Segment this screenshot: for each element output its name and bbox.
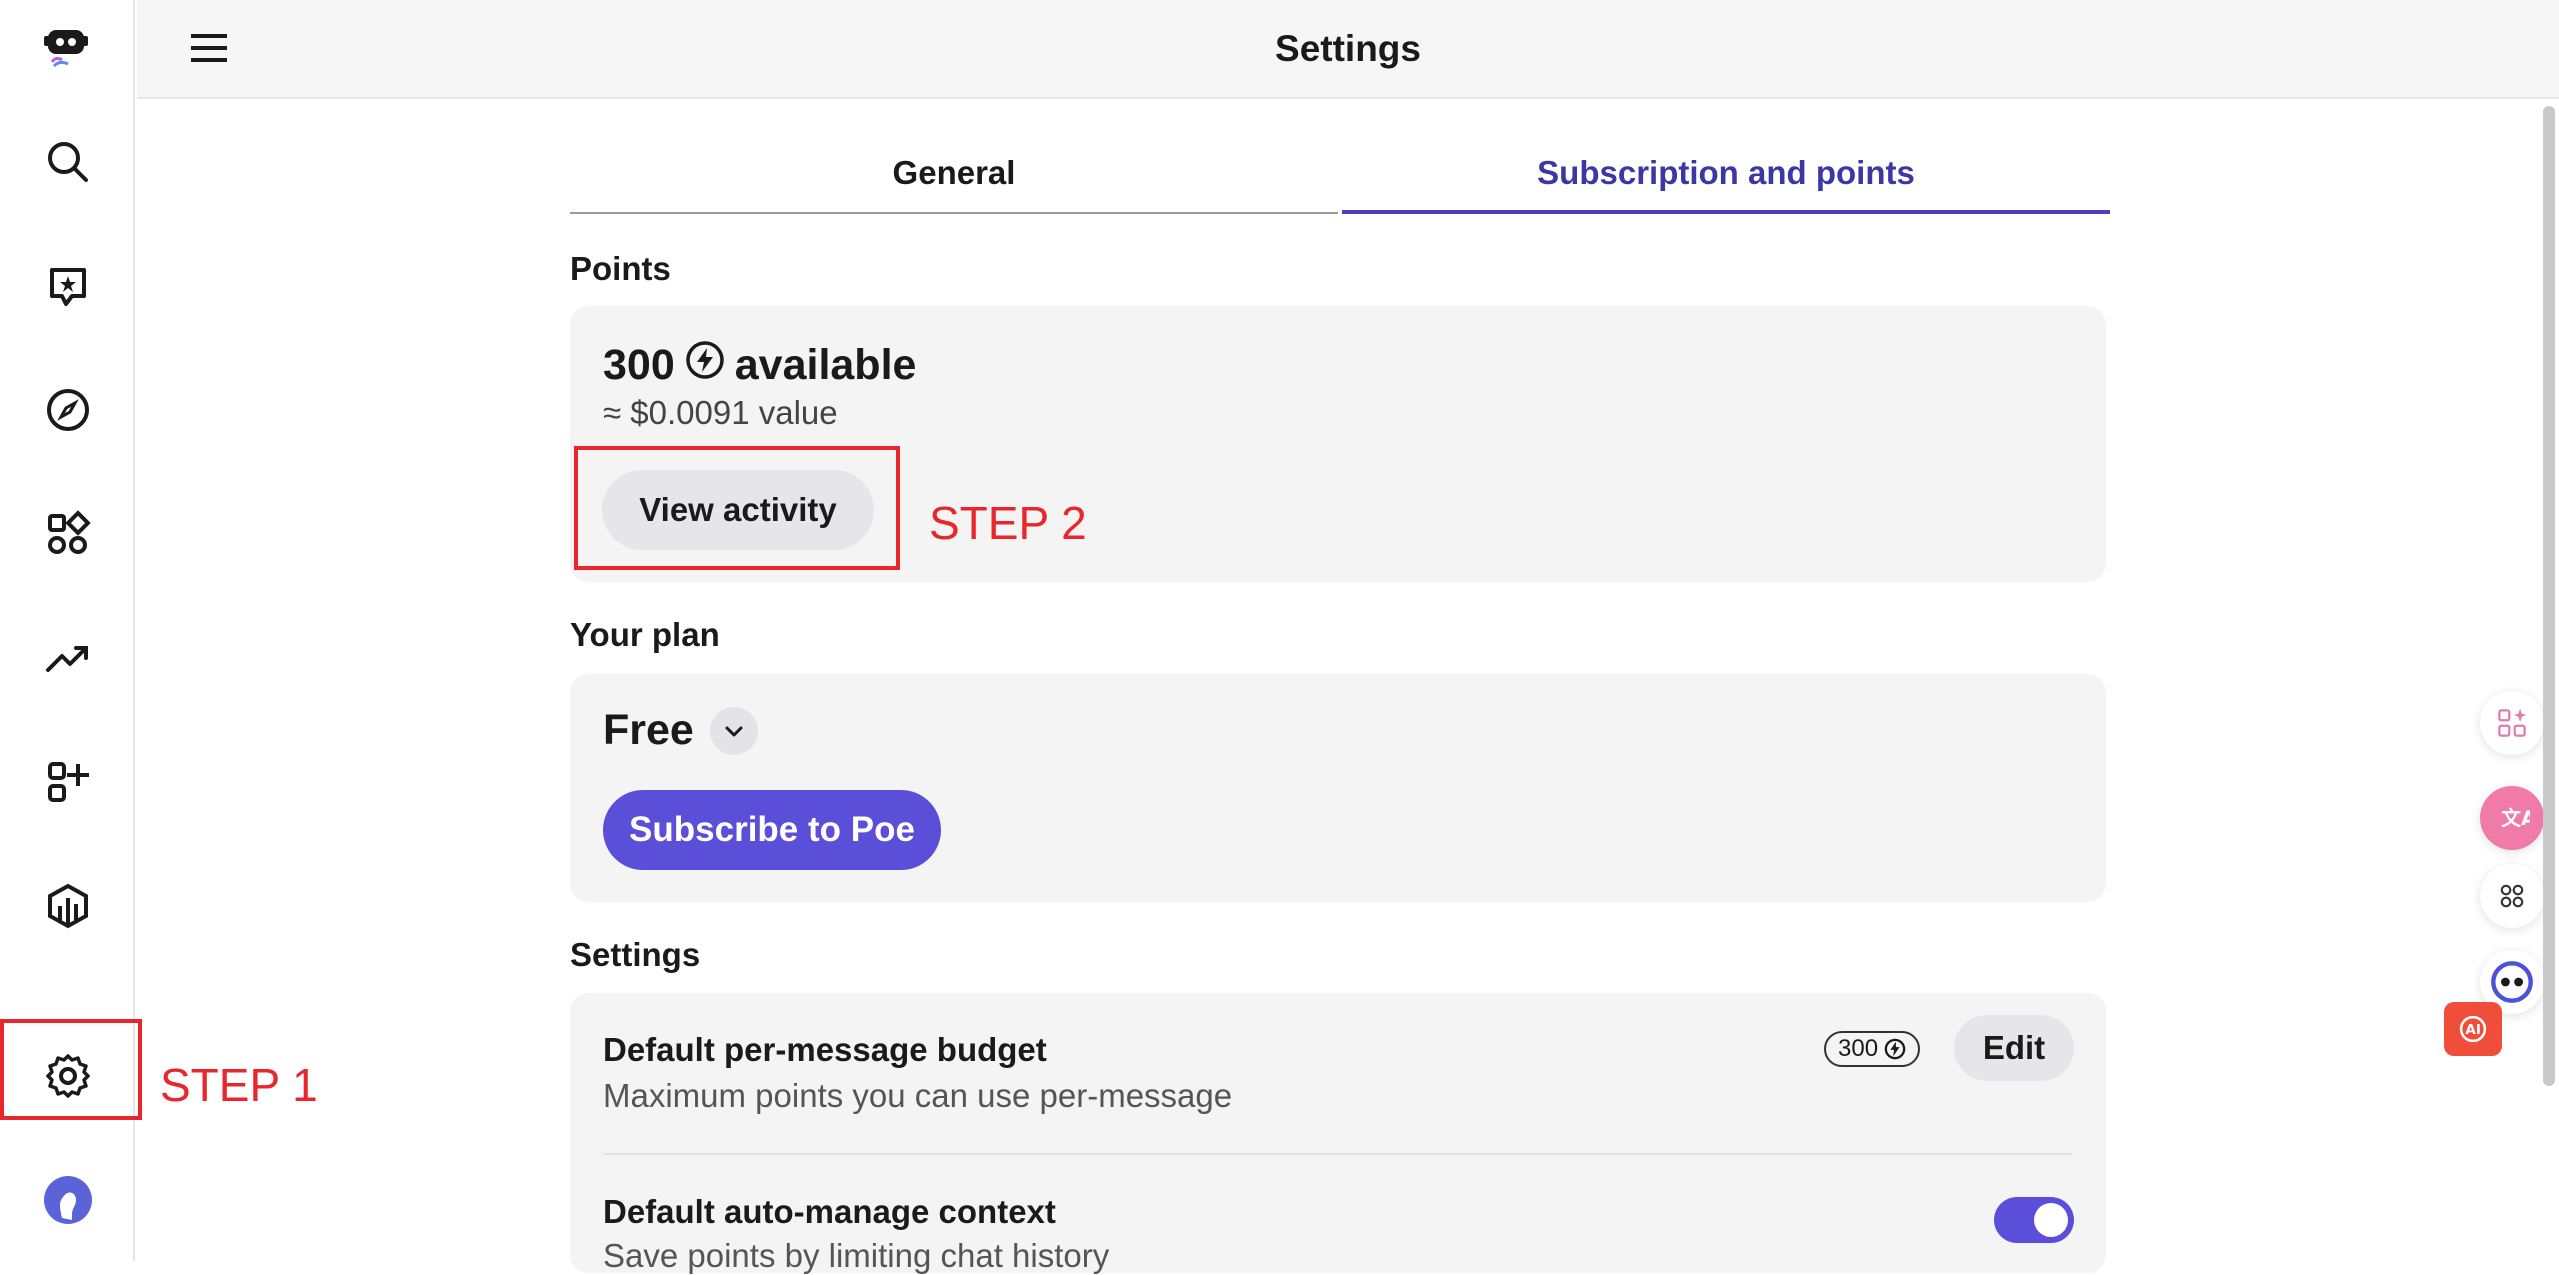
auto-context-description: Save points by limiting chat history (603, 1237, 1110, 1274)
poe-logo-icon[interactable] (40, 18, 96, 74)
ai-tools-icon[interactable] (2480, 691, 2544, 755)
step2-highlight-box (574, 446, 900, 570)
svg-text:文A: 文A (2501, 807, 2530, 830)
plan-name-text: Free (603, 706, 694, 754)
settings-card: Default per-message budget Maximum point… (570, 993, 2106, 1274)
settings-section-label: Settings (570, 936, 701, 973)
plan-section-label: Your plan (570, 616, 720, 653)
points-bolt-icon (685, 340, 725, 391)
budget-badge-value: 300 (1838, 1035, 1879, 1062)
edit-budget-button[interactable]: Edit (1954, 1015, 2074, 1081)
plan-name: Free (603, 706, 758, 755)
ai-badge-icon[interactable]: AI (2444, 1002, 2502, 1056)
step2-label: STEP 2 (929, 497, 1087, 549)
page-title: Settings (1275, 28, 1421, 69)
chat-star-icon[interactable] (40, 258, 96, 314)
translate-icon[interactable]: 文A (2480, 786, 2544, 850)
chevron-down-icon[interactable] (709, 706, 758, 755)
budget-description: Maximum points you can use per-message (603, 1077, 1233, 1114)
page-scrollbar[interactable] (2543, 106, 2555, 1086)
subscribe-button[interactable]: Subscribe to Poe (603, 790, 941, 870)
avatar[interactable] (40, 1172, 96, 1228)
auto-context-title: Default auto-manage context (603, 1193, 1056, 1230)
tab-general[interactable]: General (570, 150, 1338, 214)
command-icon[interactable] (2480, 864, 2544, 928)
auto-context-toggle[interactable] (1994, 1197, 2074, 1243)
toggle-knob (2034, 1203, 2068, 1237)
header: Settings (137, 0, 2559, 99)
budget-points-badge: 300 (1824, 1031, 1921, 1067)
trending-icon[interactable] (40, 630, 96, 686)
svg-text:AI: AI (2465, 1022, 2481, 1038)
step1-label: STEP 1 (160, 1059, 318, 1111)
points-amount: 300 (603, 341, 675, 389)
apps-icon[interactable] (40, 506, 96, 562)
settings-divider (603, 1153, 2073, 1155)
plan-card: Free Subscribe to Poe (570, 674, 2106, 902)
points-dollar-value: ≈ $0.0091 value (603, 394, 838, 431)
compass-icon[interactable] (40, 382, 96, 438)
create-bot-icon[interactable] (40, 754, 96, 810)
tab-subscription-and-points[interactable]: Subscription and points (1342, 150, 2110, 214)
step1-highlight-box (0, 1019, 142, 1120)
settings-tabs: General Subscription and points (570, 150, 2110, 214)
points-section-label: Points (570, 250, 671, 287)
analytics-icon[interactable] (40, 878, 96, 934)
points-available-label: available (734, 341, 917, 389)
points-bolt-icon (1884, 1038, 1906, 1060)
points-available: 300 available (603, 340, 916, 391)
budget-title: Default per-message budget (603, 1031, 1047, 1068)
search-icon[interactable] (40, 134, 96, 190)
